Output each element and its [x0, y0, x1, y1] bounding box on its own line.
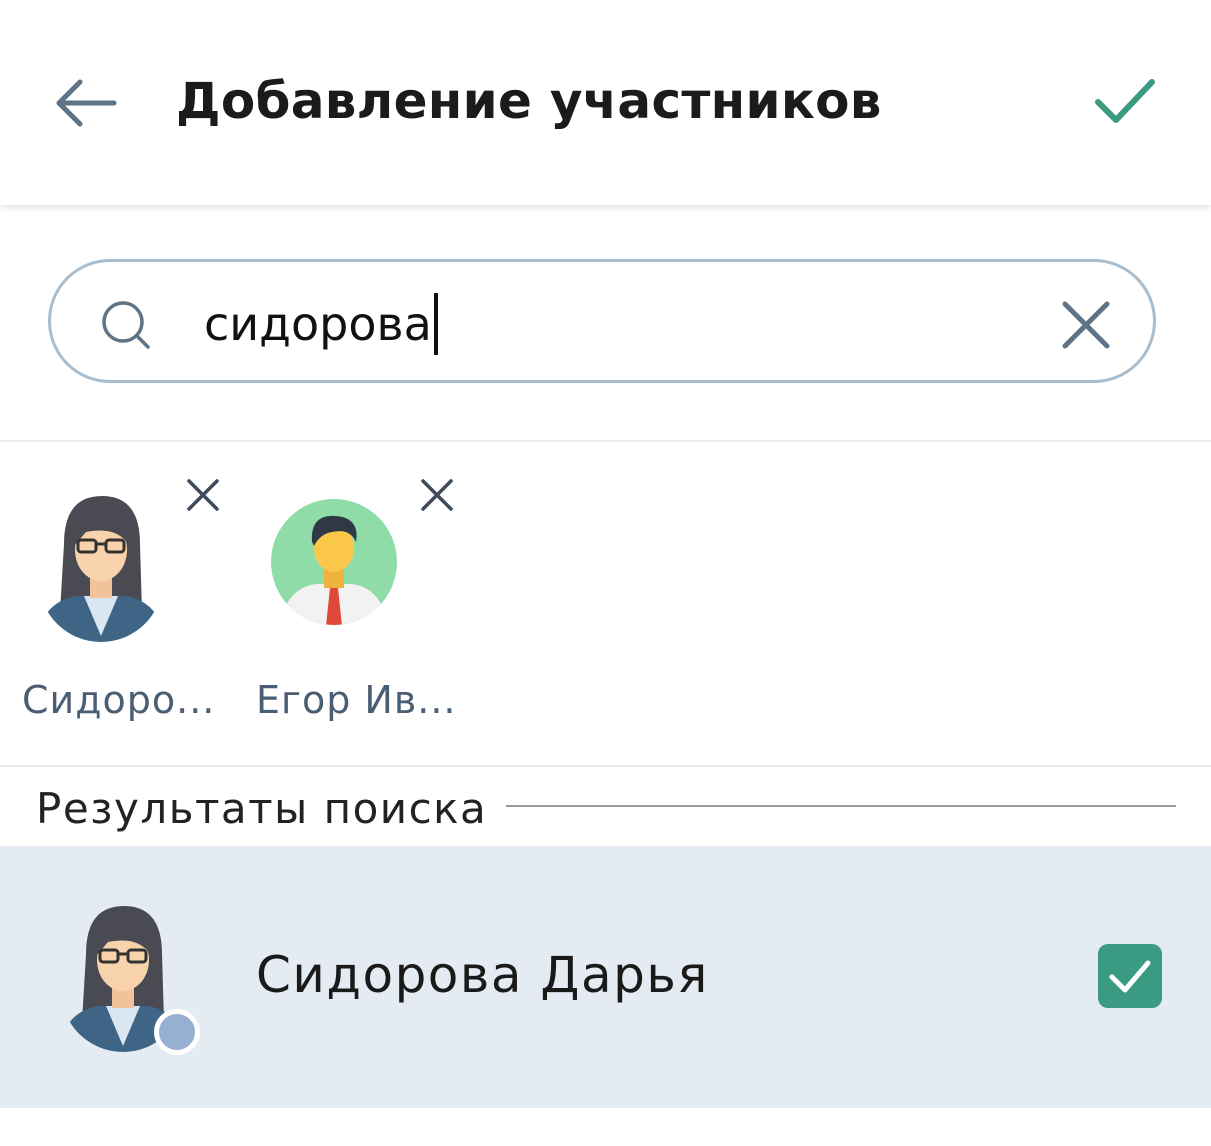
back-button[interactable]	[50, 70, 122, 136]
remove-member-button[interactable]	[186, 478, 220, 512]
remove-member-button[interactable]	[420, 478, 454, 512]
text-cursor	[433, 293, 438, 355]
selected-member-chip[interactable]: Сидоро...	[22, 470, 242, 730]
page-title: Добавление участников	[176, 72, 882, 130]
divider	[0, 765, 1211, 767]
search-field[interactable]: сидорова	[48, 259, 1156, 383]
search-icon	[102, 301, 150, 349]
search-input[interactable]: сидорова	[204, 292, 1024, 356]
woman-glasses-avatar	[36, 484, 166, 642]
search-result-item[interactable]: Сидорова Дарья	[0, 846, 1211, 1108]
clear-search-button[interactable]	[1061, 300, 1111, 350]
selected-member-name: Егор Ив...	[256, 678, 457, 722]
selected-member-chip[interactable]: Егор Ив...	[256, 470, 476, 730]
selected-member-name: Сидоро...	[22, 678, 216, 722]
close-icon	[1062, 301, 1110, 349]
search-results-heading: Результаты поиска	[36, 784, 488, 833]
checkmark-icon	[1095, 79, 1155, 123]
top-bar: Добавление участников	[0, 0, 1211, 205]
select-checkbox[interactable]	[1098, 944, 1162, 1008]
close-icon	[187, 479, 219, 511]
close-icon	[421, 479, 453, 511]
arrow-left-icon	[56, 79, 117, 127]
checkmark-icon	[1109, 960, 1151, 993]
search-input-value: сидорова	[204, 297, 432, 351]
status-indicator	[154, 1009, 200, 1055]
section-divider-line	[506, 805, 1176, 807]
result-name: Сидорова Дарья	[256, 946, 709, 1004]
confirm-button[interactable]	[1090, 72, 1158, 132]
man-tie-avatar	[270, 498, 398, 626]
divider	[0, 440, 1211, 442]
